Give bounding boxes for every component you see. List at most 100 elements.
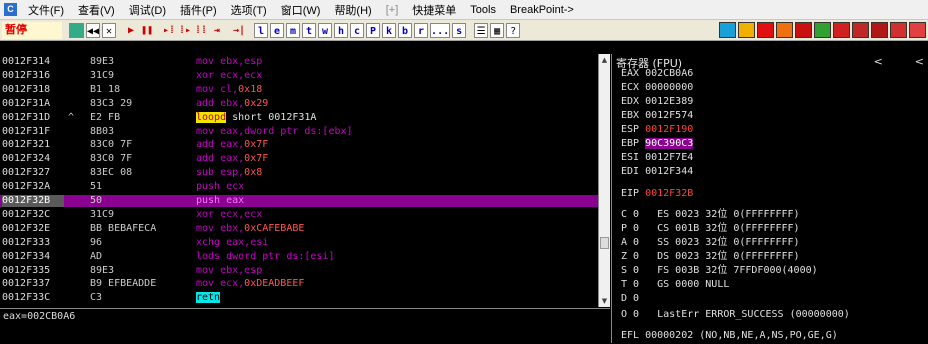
register-line[interactable]: EBP 90C390C3 (621, 138, 694, 150)
register-line[interactable]: EDI 0012F344 (621, 166, 693, 178)
plugin-icon-2[interactable] (738, 22, 755, 38)
memory-window-button[interactable]: m (286, 22, 301, 38)
help-icon[interactable]: ? (506, 22, 521, 38)
disasm-address: 0012F32E (2, 222, 51, 234)
menu-window[interactable]: 窗口(W) (274, 2, 328, 18)
register-line[interactable]: A 0 SS 0023 32位 0(FFFFFFFF) (621, 237, 800, 249)
register-line[interactable]: ESI 0012F7E4 (621, 152, 693, 164)
register-line[interactable]: T 0 GS 0000 NULL (621, 279, 729, 291)
plugin-icon-4[interactable] (776, 22, 793, 38)
disasm-row[interactable]: 0012F316 31C9 xor ecx,ecx (0, 70, 598, 82)
menu-shortcuts[interactable]: 快捷菜单 (405, 2, 463, 18)
disasm-row[interactable]: 0012F31F 8B03 mov eax,dword ptr ds:[ebx] (0, 126, 598, 138)
register-line[interactable]: D 0 (621, 293, 639, 305)
run-trace-window-button[interactable]: ... (430, 22, 451, 38)
registers-prev-button[interactable]: < (874, 55, 883, 68)
grid-icon[interactable]: ▦ (490, 22, 505, 38)
plugin-icon-5[interactable] (795, 22, 812, 38)
register-line[interactable]: ESP 0012F190 (621, 124, 693, 136)
disasm-row[interactable]: 0012F337 B9 EFBEADDE mov ecx,0xDEADBEEF (0, 278, 598, 290)
disasm-row[interactable]: 0012F32E BB BEBAFECA mov ebx,0xCAFEBABE (0, 223, 598, 235)
disassembly-pane[interactable]: 0012F314 89E3 mov ebx,esp 0012F316 31C9 xor e… (0, 54, 598, 307)
trace-button[interactable]: ⁞⁞ (194, 23, 208, 38)
scroll-thumb[interactable] (600, 237, 609, 249)
plugin-icon-10[interactable] (890, 22, 907, 38)
disasm-row[interactable]: 0012F324 83C0 7F add eax,0x7F (0, 153, 598, 165)
pause-button[interactable]: ❚❚ (140, 23, 154, 38)
disasm-row[interactable]: 0012F32B 50 push eax (0, 195, 598, 207)
disasm-row[interactable]: 0012F318 B1 18 mov cl,0x18 (0, 84, 598, 96)
registers-next-button[interactable]: < (915, 55, 924, 68)
register-line[interactable]: EBX 0012F574 (621, 110, 693, 122)
disasm-row[interactable]: 0012F31A 83C3 29 add ebx,0x29 (0, 98, 598, 110)
register-line[interactable]: EDX 0012E389 (621, 96, 693, 108)
disasm-row[interactable]: 0012F327 83EC 08 sub esp,0x8 (0, 167, 598, 179)
plugin-icon-9[interactable] (871, 22, 888, 38)
menu-breakpoint[interactable]: BreakPoint-> (503, 4, 581, 16)
disasm-row[interactable]: 0012F32C 31C9 xor ecx,ecx (0, 209, 598, 221)
windows-window-button[interactable]: w (318, 22, 333, 38)
plugin-icon-6[interactable] (814, 22, 831, 38)
menu-options[interactable]: 选项(T) (224, 2, 274, 18)
modules-window-button[interactable]: e (270, 22, 285, 38)
disassembly-scrollbar[interactable]: ▲ ▼ (598, 54, 610, 307)
scroll-down-icon[interactable]: ▼ (599, 295, 610, 307)
cpu-window-button[interactable]: c (350, 22, 365, 38)
run-button[interactable]: ▶ (124, 23, 138, 38)
references-window-button[interactable]: r (414, 22, 429, 38)
disasm-row[interactable]: 0012F334 AD lods dword ptr ds:[esi] (0, 251, 598, 263)
register-line[interactable]: S 0 FS 003B 32位 7FFDF000(4000) (621, 265, 818, 277)
step-into-button[interactable]: ▸⁞ (162, 23, 176, 38)
register-line[interactable]: ECX 00000000 (621, 82, 693, 94)
callstack-window-button[interactable]: k (382, 22, 397, 38)
disasm-row[interactable]: 0012F32A 51 push ecx (0, 181, 598, 193)
patches-window-button[interactable]: P (366, 22, 381, 38)
disasm-row[interactable]: 0012F333 96 xchg eax,esi (0, 237, 598, 249)
threads-window-button[interactable]: t (302, 22, 317, 38)
plugin-icon-3[interactable] (757, 22, 774, 38)
execute-till-return-button[interactable]: ⇥ (210, 23, 224, 38)
disasm-hex: 89E3 (90, 56, 115, 67)
menu-plugins[interactable]: 插件(P) (173, 2, 224, 18)
disasm-row[interactable]: 0012F31D ^ E2 FB loopd short 0012F31A (0, 111, 598, 124)
register-line[interactable]: O 0 LastErr ERROR_SUCCESS (00000000) (621, 309, 850, 321)
disasm-hex: B1 18 (90, 83, 121, 95)
register-line[interactable]: C 0 ES 0023 32位 0(FFFFFFFF) (621, 209, 800, 221)
plugin-icon-8[interactable] (852, 22, 869, 38)
menu-file[interactable]: 文件(F) (21, 2, 71, 18)
disasm-row[interactable]: 0012F33C C3 retn (0, 292, 598, 304)
open-icon[interactable] (69, 22, 84, 38)
plugin-icon-7[interactable] (833, 22, 850, 38)
source-window-button[interactable]: s (452, 22, 467, 38)
menu-plus[interactable]: [+] (379, 4, 406, 16)
log-window-button[interactable]: l (254, 22, 269, 38)
menu-debug[interactable]: 调试(D) (122, 2, 173, 18)
breakpoints-window-button[interactable]: b (398, 22, 413, 38)
register-line[interactable]: Z 0 DS 0023 32位 0(FFFFFFFF) (621, 251, 800, 263)
disasm-address: 0012F334 (2, 250, 51, 262)
app-icon[interactable]: C (4, 3, 17, 16)
register-line[interactable]: EFL 00000202 (NO,NB,NE,A,NS,PO,GE,G) (621, 330, 838, 342)
plugin-icon-1[interactable] (719, 22, 736, 38)
handles-window-button[interactable]: h (334, 22, 349, 38)
registers-pane[interactable]: 寄存器 (FPU) < < EAX 002CB0A6 ECX 00000000 EDX… (611, 54, 928, 343)
register-line[interactable]: EAX 002CB0A6 (621, 68, 693, 80)
menu-tools[interactable]: Tools (463, 4, 503, 16)
restart-button[interactable]: ◀◀ (86, 22, 101, 38)
register-line[interactable]: EIP 0012F32B (621, 188, 693, 200)
register-line[interactable]: P 0 CS 001B 32位 0(FFFFFFFF) (621, 223, 800, 235)
disasm-hex: 31C9 (90, 208, 115, 220)
disasm-hex: 51 (90, 181, 103, 193)
menu-help[interactable]: 帮助(H) (327, 2, 378, 18)
disasm-row[interactable]: 0012F314 89E3 mov ebx,esp (0, 56, 598, 68)
disasm-row[interactable]: 0012F321 83C0 7F add eax,0x7F (0, 139, 598, 151)
disasm-row[interactable]: 0012F335 89E3 mov ebx,esp (0, 265, 598, 277)
go-to-button[interactable]: →| (232, 23, 246, 38)
list-icon[interactable]: ☰ (474, 22, 489, 38)
close-button[interactable]: ✕ (102, 22, 117, 38)
step-over-button[interactable]: ⁞▸ (178, 23, 192, 38)
menu-view[interactable]: 查看(V) (71, 2, 122, 18)
scroll-up-icon[interactable]: ▲ (599, 54, 610, 66)
plugin-icon-11[interactable] (909, 22, 926, 38)
disasm-hex: 50 (90, 195, 103, 206)
